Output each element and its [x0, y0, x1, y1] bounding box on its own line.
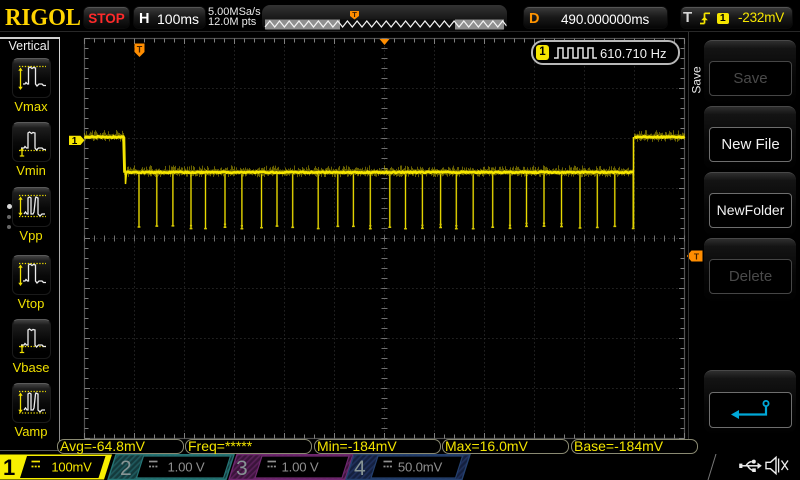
svg-text:1: 1 [72, 136, 78, 147]
svg-text:3: 3 [236, 457, 248, 480]
svg-text:1.00 V: 1.00 V [168, 460, 205, 475]
svg-text:T: T [137, 45, 143, 55]
svg-text:2: 2 [120, 457, 132, 480]
svg-text:T: T [694, 251, 700, 261]
svg-text:100mV: 100mV [51, 460, 92, 475]
svg-text:50.0mV: 50.0mV [398, 460, 443, 475]
svg-text:T: T [352, 10, 357, 19]
svg-text:4: 4 [354, 457, 366, 480]
svg-text:1.00 V: 1.00 V [282, 460, 319, 475]
svg-text:1: 1 [3, 455, 15, 480]
